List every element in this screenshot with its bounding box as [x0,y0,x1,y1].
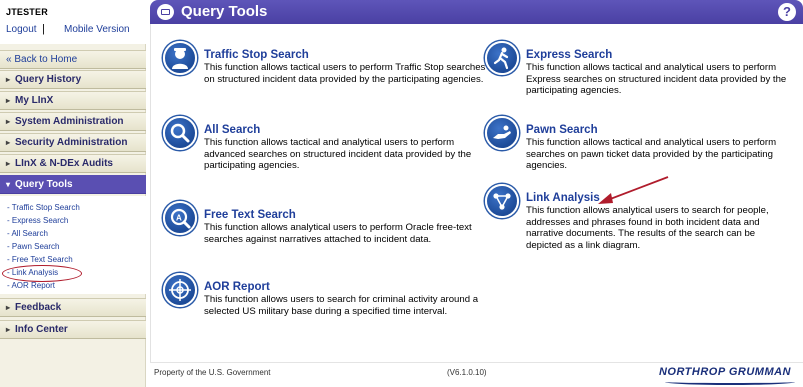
main-content: Traffic Stop Search This function allows… [150,24,803,362]
tool-title-link[interactable]: Traffic Stop Search [204,49,309,61]
tool-express-search: Express Search This function allows tact… [485,41,803,103]
caret-down-icon: ▾ [6,180,11,189]
company-logo: NORTHROP GRUMMAN [658,366,791,378]
subnav-express-search[interactable]: - Express Search [7,216,68,225]
username: JTESTER [6,7,48,17]
pawn-hand-icon[interactable] [485,116,519,150]
tool-free-text-search: A Free Text Search This function allows … [163,201,493,263]
tool-pawn-search: Pawn Search This function allows tactica… [485,116,803,178]
tool-title-link[interactable]: Free Text Search [204,209,296,221]
tool-all-search: All Search This function allows tactical… [163,116,493,178]
nav-label: « Back to Home [6,54,78,65]
tool-description: This function allows analytical users to… [204,222,472,245]
tool-description: This function allows users to search for… [204,294,479,317]
nav-feedback[interactable]: ▸ Feedback [0,298,146,317]
tool-title-link[interactable]: Link Analysis [526,192,600,204]
caret-right-icon: ▸ [6,75,11,84]
caret-right-icon: ▸ [6,138,11,147]
folder-icon [157,4,174,20]
mobile-version-link[interactable]: Mobile Version [64,24,130,35]
tool-title-link[interactable]: Pawn Search [526,124,598,136]
nav-my-linx[interactable]: ▸ My LInX [0,91,146,110]
user-box: JTESTER Logout | Mobile Version [0,0,146,44]
tool-aor-report: AOR Report This function allows users to… [163,273,493,335]
subnav-pawn-search[interactable]: - Pawn Search [7,242,59,251]
svg-text:A: A [176,214,182,223]
page-footer: Property of the U.S. Government (V6.1.0.… [150,362,803,387]
nav-query-history[interactable]: ▸ Query History [0,70,146,89]
tool-title-link[interactable]: All Search [204,124,260,136]
caret-right-icon: ▸ [6,96,11,105]
tool-description: This function allows tactical and analyt… [204,137,472,171]
tool-description: This function allows tactical and analyt… [526,62,787,96]
officer-icon[interactable] [163,41,197,75]
subnav-free-text-search[interactable]: - Free Text Search [7,255,73,264]
nav-system-administration[interactable]: ▸ System Administration [0,112,146,131]
magnifier-icon[interactable] [163,116,197,150]
nav-label: Query History [15,74,82,85]
nav-security-administration[interactable]: ▸ Security Administration [0,133,146,152]
tool-description: This function allows tactical users to p… [204,62,486,85]
tool-description: This function allows analytical users to… [526,205,769,251]
nav-label: Security Administration [15,137,128,148]
tool-link-analysis: Link Analysis This function allows analy… [485,184,803,264]
nav-back-to-home[interactable]: « Back to Home [0,50,146,69]
tool-title-link[interactable]: Express Search [526,49,612,61]
sidebar: JTESTER Logout | Mobile Version « Back t… [0,0,146,387]
page-title: Query Tools [181,3,268,20]
tool-traffic-stop-search: Traffic Stop Search This function allows… [163,41,493,103]
tool-description: This function allows tactical and analyt… [526,137,777,171]
text-magnifier-icon[interactable]: A [163,201,197,235]
nav-label: Info Center [15,324,68,335]
nav-linx-ndex-audits[interactable]: ▸ LInX & N-DEx Audits [0,154,146,173]
nav-label: Feedback [15,302,62,313]
subnav-traffic-stop-search[interactable]: - Traffic Stop Search [7,203,80,212]
caret-right-icon: ▸ [6,159,11,168]
caret-right-icon: ▸ [6,325,11,334]
footer-text: Property of the U.S. Government [154,368,271,377]
running-person-icon[interactable] [485,41,519,75]
nav-label: LInX & N-DEx Audits [15,158,113,169]
version-label: (V6.1.0.10) [447,368,487,377]
caret-right-icon: ▸ [6,303,11,312]
nav-label: System Administration [15,116,124,127]
subnav-all-search[interactable]: - All Search [7,229,48,238]
subnav-aor-report[interactable]: - AOR Report [7,281,55,290]
logo-swoosh [665,379,795,385]
nav-query-tools[interactable]: ▾ Query Tools [0,175,146,194]
crosshair-icon[interactable] [163,273,197,307]
caret-right-icon: ▸ [6,117,11,126]
annotation-circle [2,265,82,282]
logout-link[interactable]: Logout [6,24,37,35]
nav-info-center[interactable]: ▸ Info Center [0,320,146,339]
help-icon[interactable]: ? [778,3,796,21]
divider: | [42,23,45,35]
tool-title-link[interactable]: AOR Report [204,281,270,293]
page-header: Query Tools ? [150,0,803,24]
nav-label: Query Tools [15,179,73,190]
nav-label: My LInX [15,95,54,106]
